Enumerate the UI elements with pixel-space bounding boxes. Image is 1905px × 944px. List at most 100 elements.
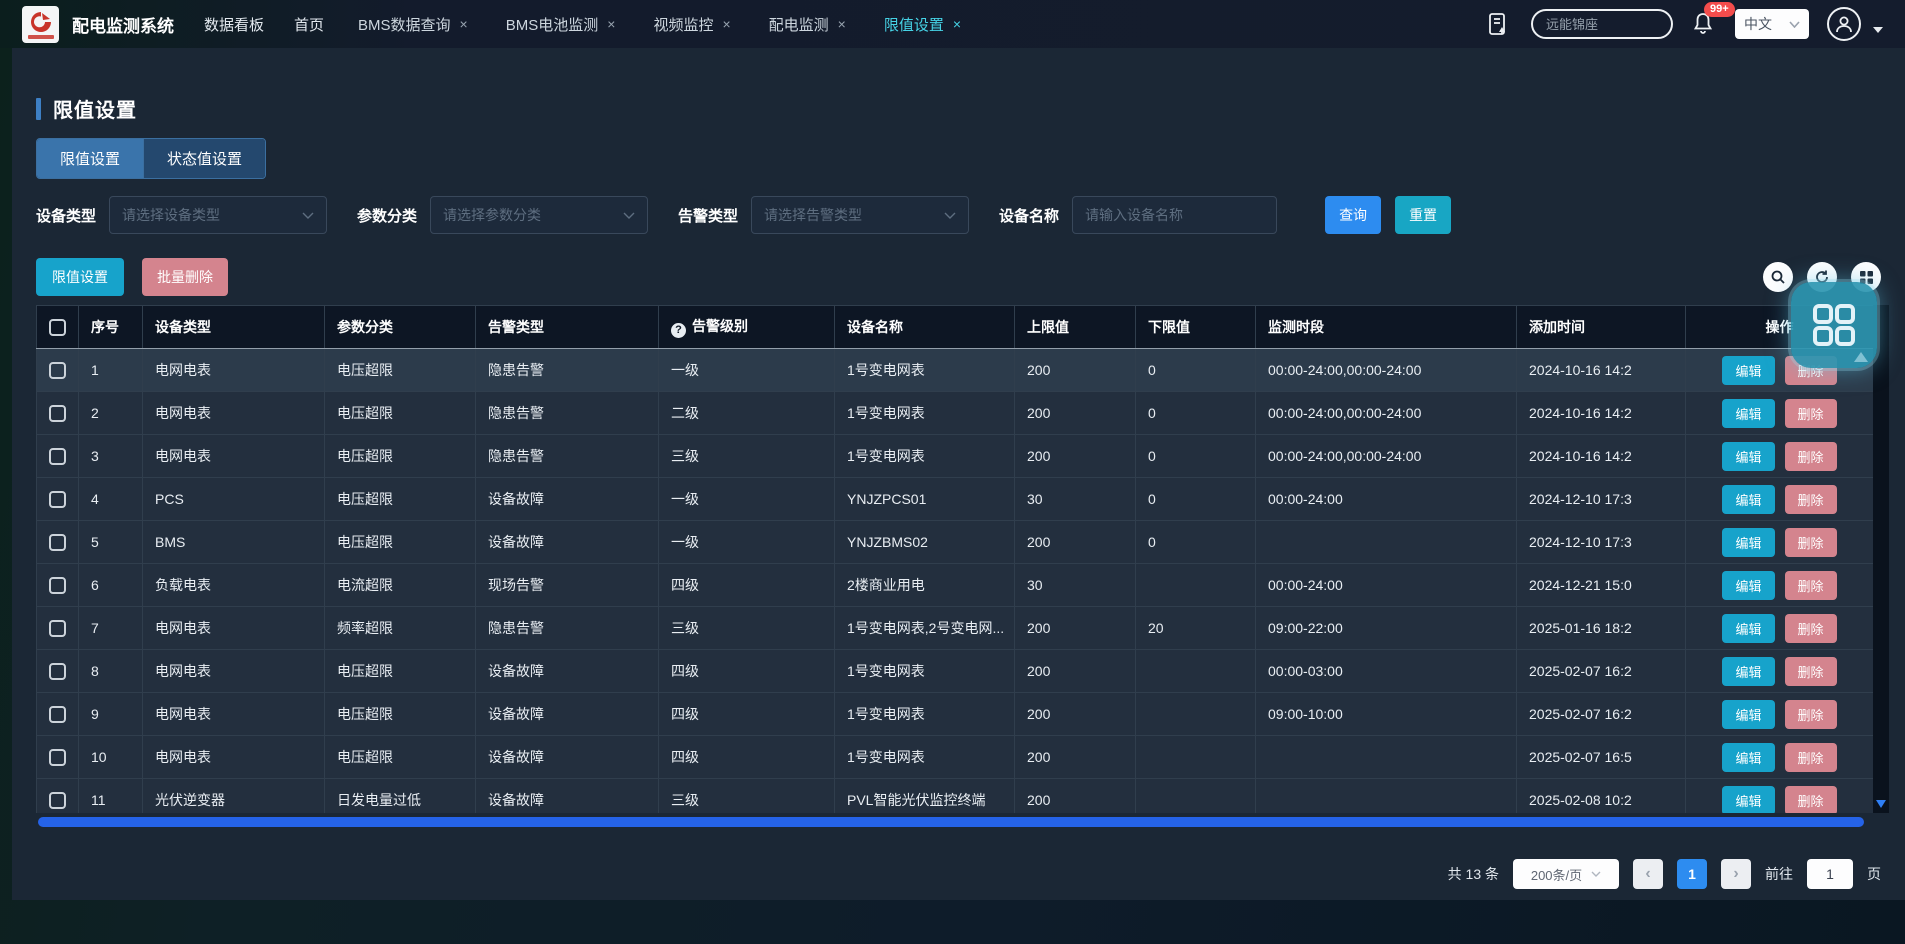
row-checkbox[interactable] bbox=[49, 792, 66, 809]
close-icon[interactable]: × bbox=[460, 16, 468, 32]
edit-button[interactable]: 编辑 bbox=[1722, 356, 1774, 385]
cell-seq: 1 bbox=[79, 349, 143, 392]
select-all-checkbox[interactable] bbox=[49, 319, 66, 336]
limit-set-button[interactable]: 限值设置 bbox=[36, 258, 124, 296]
scroll-top-icon[interactable] bbox=[1854, 352, 1868, 362]
report-icon[interactable] bbox=[1483, 9, 1513, 39]
delete-button[interactable]: 删除 bbox=[1785, 571, 1837, 600]
help-icon[interactable]: ? bbox=[671, 323, 686, 338]
column-header-lowerlimit: 下限值 bbox=[1136, 306, 1256, 349]
edit-button[interactable]: 编辑 bbox=[1722, 528, 1774, 557]
language-value: 中文 bbox=[1744, 14, 1772, 34]
delete-button[interactable]: 删除 bbox=[1785, 743, 1837, 772]
page-subtab[interactable]: 状态值设置 bbox=[144, 139, 265, 178]
cell-devicename: 1号变电网表,2号变电网... bbox=[835, 607, 1015, 650]
row-checkbox[interactable] bbox=[49, 577, 66, 594]
filter-select[interactable]: 请选择告警类型 bbox=[751, 196, 969, 234]
edit-button[interactable]: 编辑 bbox=[1722, 571, 1774, 600]
delete-button[interactable]: 删除 bbox=[1785, 528, 1837, 557]
cell-devicename: 1号变电网表 bbox=[835, 736, 1015, 779]
row-checkbox[interactable] bbox=[49, 362, 66, 379]
edit-button[interactable]: 编辑 bbox=[1722, 786, 1774, 814]
column-label: 监测时段 bbox=[1268, 319, 1324, 335]
filter-group: 参数分类请选择参数分类 bbox=[357, 196, 648, 234]
row-checkbox[interactable] bbox=[49, 405, 66, 422]
close-icon[interactable]: × bbox=[953, 16, 961, 32]
delete-button[interactable]: 删除 bbox=[1785, 700, 1837, 729]
horizontal-scrollbar[interactable] bbox=[38, 817, 1864, 827]
cell-upperlimit: 200 bbox=[1015, 349, 1136, 392]
current-page-button[interactable]: 1 bbox=[1677, 859, 1707, 889]
nav-tab[interactable]: 限值设置× bbox=[884, 14, 961, 35]
nav-tab[interactable]: 配电监测× bbox=[769, 14, 846, 35]
title-row: 限值设置 bbox=[36, 94, 1881, 123]
close-icon[interactable]: × bbox=[607, 16, 615, 32]
edit-button[interactable]: 编辑 bbox=[1722, 399, 1774, 428]
close-icon[interactable]: × bbox=[722, 16, 730, 32]
page-subtab[interactable]: 限值设置 bbox=[37, 139, 144, 178]
cell-actions: 编辑删除 bbox=[1686, 607, 1874, 650]
select-placeholder: 请选择参数分类 bbox=[443, 205, 541, 225]
row-checkbox[interactable] bbox=[49, 534, 66, 551]
nav-menu-item[interactable]: 数据看板 bbox=[204, 14, 264, 35]
table-search-icon[interactable] bbox=[1763, 262, 1793, 292]
row-checkbox[interactable] bbox=[49, 706, 66, 723]
delete-button[interactable]: 删除 bbox=[1785, 399, 1837, 428]
delete-button[interactable]: 删除 bbox=[1785, 657, 1837, 686]
title-accent-bar bbox=[36, 98, 41, 120]
nav-menu-item[interactable]: 首页 bbox=[294, 14, 324, 35]
delete-button[interactable]: 删除 bbox=[1785, 442, 1837, 471]
close-icon[interactable]: × bbox=[838, 16, 846, 32]
delete-button[interactable]: 删除 bbox=[1785, 485, 1837, 514]
row-checkbox[interactable] bbox=[49, 491, 66, 508]
reset-button[interactable]: 重置 bbox=[1395, 196, 1451, 234]
cell-actions: 编辑删除 bbox=[1686, 392, 1874, 435]
nav-tab[interactable]: BMS电池监测× bbox=[506, 14, 616, 35]
global-search-input[interactable] bbox=[1546, 17, 1658, 32]
cell-addedtime: 2025-02-07 16:2 bbox=[1517, 650, 1686, 693]
device-name-input[interactable] bbox=[1085, 207, 1264, 223]
batch-delete-button[interactable]: 批量删除 bbox=[142, 258, 228, 296]
delete-button[interactable]: 删除 bbox=[1785, 614, 1837, 643]
nav-tab[interactable]: BMS数据查询× bbox=[358, 14, 468, 35]
user-menu-caret-icon[interactable] bbox=[1873, 27, 1883, 33]
notification-bell[interactable]: 99+ bbox=[1691, 10, 1717, 38]
nav-menu: 数据看板 首页 bbox=[204, 14, 324, 35]
user-avatar[interactable] bbox=[1827, 7, 1861, 41]
row-checkbox[interactable] bbox=[49, 663, 66, 680]
cell-devicename: PVL智能光伏监控终端 bbox=[835, 779, 1015, 814]
column-label: 序号 bbox=[91, 319, 119, 335]
vertical-scrollbar[interactable] bbox=[1873, 305, 1889, 813]
row-checkbox[interactable] bbox=[49, 749, 66, 766]
next-page-button[interactable]: › bbox=[1721, 859, 1751, 889]
delete-button[interactable]: 删除 bbox=[1785, 786, 1837, 814]
edit-button[interactable]: 编辑 bbox=[1722, 657, 1774, 686]
nav-tab[interactable]: 视频监控× bbox=[653, 14, 730, 35]
row-checkbox[interactable] bbox=[49, 448, 66, 465]
row-checkbox[interactable] bbox=[49, 620, 66, 637]
total-count: 共 13 条 bbox=[1448, 864, 1499, 884]
edit-button[interactable]: 编辑 bbox=[1722, 442, 1774, 471]
table-row: 4PCS电压超限设备故障一级YNJZPCS0130000:00-24:00202… bbox=[37, 478, 1874, 521]
edit-button[interactable]: 编辑 bbox=[1722, 485, 1774, 514]
edit-button[interactable]: 编辑 bbox=[1722, 743, 1774, 772]
query-button[interactable]: 查询 bbox=[1325, 196, 1381, 234]
prev-page-button[interactable]: ‹ bbox=[1633, 859, 1663, 889]
cell-upperlimit: 200 bbox=[1015, 736, 1136, 779]
cell-seq: 3 bbox=[79, 435, 143, 478]
cell-cb bbox=[37, 564, 79, 607]
language-select[interactable]: 中文 bbox=[1735, 9, 1809, 39]
edit-button[interactable]: 编辑 bbox=[1722, 700, 1774, 729]
scroll-down-icon[interactable] bbox=[1876, 800, 1886, 808]
edit-button[interactable]: 编辑 bbox=[1722, 614, 1774, 643]
column-label: 下限值 bbox=[1148, 319, 1190, 335]
column-header-addedtime: 添加时间 bbox=[1517, 306, 1686, 349]
cell-cb bbox=[37, 478, 79, 521]
floating-grid-widget[interactable] bbox=[1791, 282, 1877, 368]
cell-alarmtype: 设备故障 bbox=[476, 736, 659, 779]
page-size-select[interactable]: 200条/页 bbox=[1513, 859, 1619, 889]
filter-select[interactable]: 请选择设备类型 bbox=[109, 196, 327, 234]
filter-select[interactable]: 请选择参数分类 bbox=[430, 196, 648, 234]
goto-page-input[interactable] bbox=[1807, 859, 1853, 889]
cell-devicename: 1号变电网表 bbox=[835, 650, 1015, 693]
